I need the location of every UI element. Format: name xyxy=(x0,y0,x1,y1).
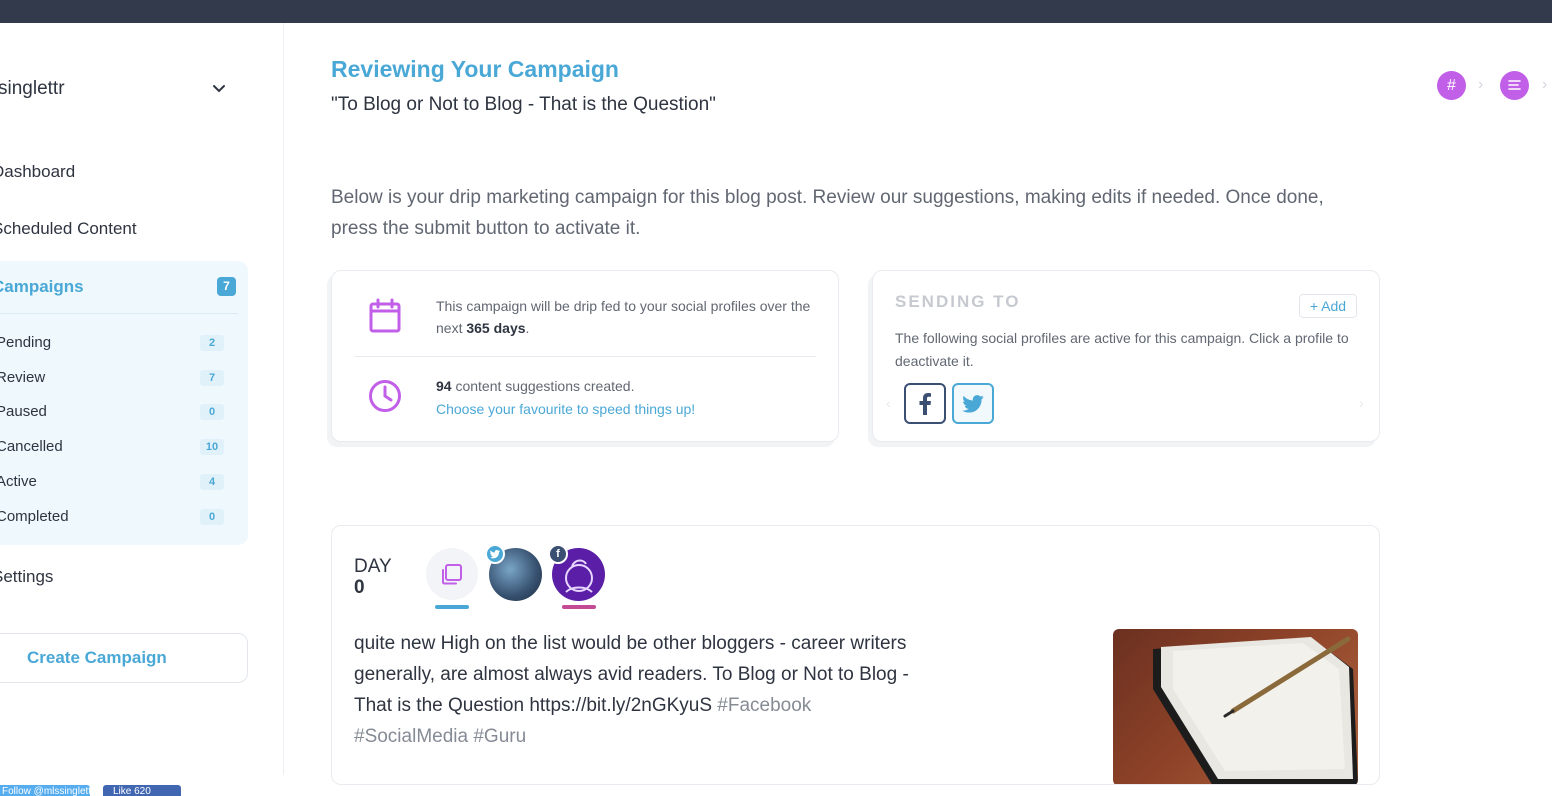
top-bar xyxy=(0,0,1552,23)
facebook-profile-toggle[interactable] xyxy=(904,383,946,424)
step-chevron-icon: › xyxy=(1542,76,1548,93)
twitter-profile-toggle[interactable] xyxy=(952,383,994,424)
campaigns-count-badge: 7 xyxy=(217,277,236,296)
chevron-down-icon[interactable] xyxy=(210,79,228,97)
add-profile-button[interactable]: + Add xyxy=(1299,294,1357,318)
nav-dashboard[interactable]: Dashboard xyxy=(0,162,75,182)
step-hashtag-icon[interactable]: # xyxy=(1437,71,1466,100)
suggestions-text: content suggestions created. xyxy=(451,378,635,394)
suggestions-summary: 94 content suggestions created. Choose y… xyxy=(436,375,695,421)
post-body: quite new High on the list would be othe… xyxy=(354,633,909,716)
nav-campaigns[interactable]: Campaigns xyxy=(0,277,84,297)
nav-scheduled-content[interactable]: Scheduled Content xyxy=(0,219,137,239)
day-label: DAY xyxy=(354,556,392,577)
profile-color-indicator xyxy=(562,605,596,609)
copy-post-button[interactable] xyxy=(426,548,478,600)
page-title: Reviewing Your Campaign xyxy=(331,56,619,82)
campaigns-divider xyxy=(0,313,238,314)
intro-text: Below is your drip marketing campaign fo… xyxy=(331,187,1324,239)
drip-days: 365 days xyxy=(466,320,526,336)
campaign-filter-count: 7 xyxy=(200,370,224,386)
calendar-icon xyxy=(369,298,401,333)
campaign-filter-count: 10 xyxy=(200,439,224,455)
nav-settings[interactable]: Settings xyxy=(0,567,53,587)
sidebar: singlettr Dashboard Scheduled Content Ca… xyxy=(0,23,284,775)
facebook-icon xyxy=(919,392,931,415)
sending-to-title: SENDING TO xyxy=(895,292,1021,311)
chevron-right-icon[interactable]: › xyxy=(1359,395,1364,411)
twitter-follow-badge[interactable]: Follow @mlssinglettr xyxy=(0,785,90,796)
drip-description: This campaign will be drip fed to your s… xyxy=(436,295,816,339)
facebook-like-badge[interactable]: Like 620 xyxy=(103,785,181,796)
day-number: 0 xyxy=(354,577,365,598)
campaign-filter-paused[interactable]: Paused xyxy=(0,403,47,420)
copy-icon xyxy=(442,564,462,585)
campaign-filter-count: 2 xyxy=(200,335,224,351)
day-post-card: DAY 0 f quite new High on the list would… xyxy=(331,525,1380,785)
card-divider xyxy=(354,356,816,357)
drip-suffix: . xyxy=(525,320,530,336)
sending-to-card: SENDING TO + Add The following social pr… xyxy=(872,270,1380,442)
chevron-left-icon[interactable]: ‹ xyxy=(886,395,891,411)
campaign-filter-count: 4 xyxy=(200,474,224,490)
campaign-filter-active[interactable]: Active xyxy=(0,473,37,490)
choose-favourite-link[interactable]: Choose your favourite to speed things up… xyxy=(436,398,695,421)
post-image[interactable] xyxy=(1113,629,1358,784)
twitter-mini-icon xyxy=(485,544,505,564)
campaign-filter-count: 0 xyxy=(200,509,224,525)
clock-icon xyxy=(369,380,401,412)
suggestions-count: 94 xyxy=(436,378,452,394)
sending-to-description: The following social profiles are active… xyxy=(895,330,1349,369)
selected-indicator xyxy=(435,605,469,609)
campaign-filter-review[interactable]: Review xyxy=(0,369,45,386)
campaign-filter-completed[interactable]: Completed xyxy=(0,508,69,525)
campaign-filter-pending[interactable]: Pending xyxy=(0,334,51,351)
campaign-info-card: This campaign will be drip fed to your s… xyxy=(331,270,839,442)
step-chevron-icon: › xyxy=(1478,76,1484,93)
org-name[interactable]: singlettr xyxy=(0,78,65,100)
step-list-icon[interactable] xyxy=(1500,71,1529,100)
post-content[interactable]: quite new High on the list would be othe… xyxy=(354,628,929,752)
facebook-mini-icon: f xyxy=(548,544,568,564)
campaign-filter-count: 0 xyxy=(200,404,224,420)
campaign-name: "To Blog or Not to Blog - That is the Qu… xyxy=(331,94,716,115)
twitter-icon xyxy=(962,394,984,413)
campaign-filter-cancelled[interactable]: Cancelled xyxy=(0,438,63,455)
create-campaign-button[interactable]: Create Campaign xyxy=(0,633,248,683)
